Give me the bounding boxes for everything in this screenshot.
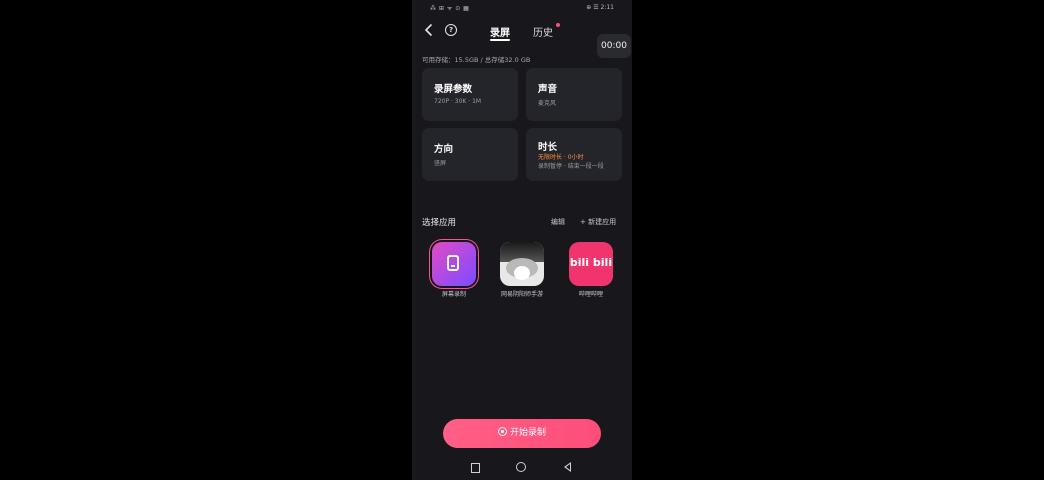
storage-info: 可用存储：15.5GB / 总存储32.0 GB bbox=[422, 56, 531, 64]
app-game[interactable] bbox=[500, 242, 544, 286]
system-nav-bar bbox=[412, 458, 632, 476]
back-arrow-icon[interactable] bbox=[422, 23, 436, 37]
recents-icon[interactable] bbox=[471, 463, 480, 473]
tab-active-indicator bbox=[490, 39, 510, 41]
start-record-button[interactable]: 开始录制 bbox=[443, 419, 601, 448]
card-title: 录屏参数 bbox=[434, 84, 473, 95]
card-title: 时长 bbox=[538, 142, 558, 153]
select-app-title: 选择应用 bbox=[422, 218, 457, 228]
card-title: 方向 bbox=[434, 144, 454, 155]
card-sound[interactable]: 声音 麦克风 bbox=[526, 68, 622, 121]
status-bar: ⁂ ⊞ ᯤ ⊙ ▦ ⊕ ☰ 2:11 bbox=[412, 0, 632, 16]
edit-button[interactable]: 编辑 bbox=[551, 217, 565, 227]
card-title: 声音 bbox=[538, 84, 558, 95]
card-record-params[interactable]: 录屏参数 720P · 30K · 1M bbox=[422, 68, 518, 121]
app-label: 哔哩哔哩 bbox=[578, 291, 603, 298]
new-app-button[interactable]: + 新建应用 bbox=[580, 217, 616, 227]
phone-screen: ⁂ ⊞ ᯤ ⊙ ▦ ⊕ ☰ 2:11 ? 录屏 历史 可用存储：15.5GB /… bbox=[412, 0, 632, 480]
status-left: ⁂ ⊞ ᯤ ⊙ ▦ bbox=[430, 5, 470, 12]
tab-record[interactable]: 录屏 bbox=[490, 24, 510, 39]
start-record-label-wrap: 开始录制 bbox=[443, 419, 601, 448]
card-orientation[interactable]: 方向 竖屏 bbox=[422, 128, 518, 181]
app-bilibili[interactable]: bili bili bbox=[569, 242, 613, 286]
home-icon[interactable] bbox=[516, 462, 526, 472]
floating-timer[interactable]: 00:00 bbox=[597, 34, 631, 58]
game-icon-detail bbox=[514, 266, 530, 280]
card-value: 麦克风 bbox=[538, 100, 557, 107]
start-record-label: 开始录制 bbox=[509, 428, 546, 438]
back-triangle-icon[interactable] bbox=[564, 462, 571, 472]
status-right: ⊕ ☰ 2:11 bbox=[586, 4, 614, 11]
card-duration[interactable]: 时长 无限时长 · 0小时 录制暂停 · 结束一段一段 bbox=[526, 128, 622, 181]
card-value-primary: 无限时长 · 0小时 bbox=[538, 154, 584, 161]
app-label: 网易阴阳师手游 bbox=[500, 291, 543, 298]
record-dot-icon bbox=[497, 427, 507, 436]
card-value: 720P · 30K · 1M bbox=[434, 98, 482, 105]
app-screen-record[interactable] bbox=[432, 242, 476, 286]
app-label: 屏幕录制 bbox=[441, 291, 466, 298]
notification-dot-icon bbox=[556, 23, 560, 27]
bilibili-icon: bili bili bbox=[569, 256, 613, 269]
tab-history[interactable]: 历史 bbox=[533, 24, 553, 39]
screen-record-icon bbox=[447, 255, 459, 271]
card-value-secondary: 录制暂停 · 结束一段一段 bbox=[538, 163, 604, 170]
help-icon[interactable]: ? bbox=[445, 24, 457, 36]
card-value: 竖屏 bbox=[434, 160, 447, 167]
